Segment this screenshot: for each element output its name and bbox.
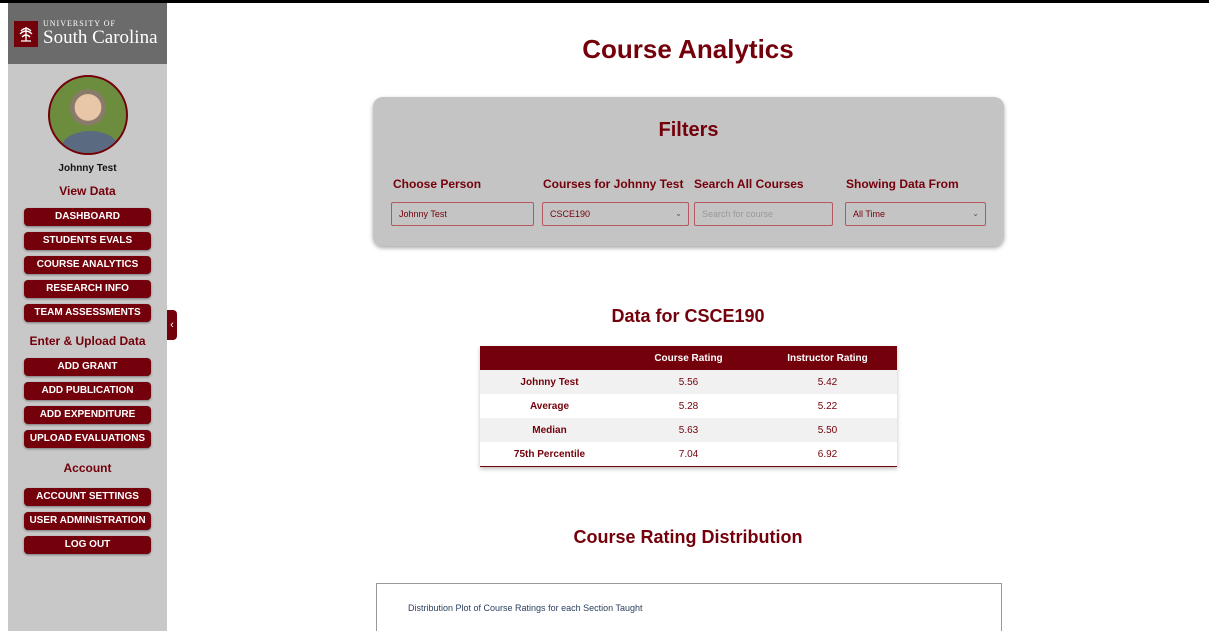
nav-add-grant-button[interactable]: ADD GRANT — [24, 358, 151, 376]
nav-course-analytics-button[interactable]: COURSE ANALYTICS — [24, 256, 151, 274]
row-label: Average — [529, 400, 570, 412]
choose-person-label: Choose Person — [393, 177, 482, 191]
courses-select[interactable]: CSCE190 ⌄ — [542, 202, 689, 226]
nav-add-publication-button[interactable]: ADD PUBLICATION — [24, 382, 151, 400]
table-header: Course Rating Instructor Rating — [480, 346, 897, 370]
table-cell: 5.50 — [817, 424, 838, 436]
period-select[interactable]: All Time ⌄ — [845, 202, 986, 226]
page-title: Course Analytics — [582, 34, 794, 64]
nav-students-evals-button[interactable]: STUDENTS EVALS — [24, 232, 151, 250]
period-label: Showing Data From — [846, 177, 959, 191]
header-cell: Course Rating — [654, 352, 723, 364]
search-courses-label: Search All Courses — [694, 177, 804, 191]
table-cell: 6.92 — [817, 448, 838, 460]
table-row: Average 5.28 5.22 — [480, 394, 897, 418]
row-label: Johnny Test — [520, 376, 579, 388]
courses-label: Courses for Johnny Test — [543, 177, 684, 191]
row-label: 75th Percentile — [513, 448, 586, 460]
table-cell: 5.42 — [817, 376, 838, 388]
row-label: Median — [532, 424, 567, 436]
table-cell: 5.28 — [678, 400, 699, 412]
header-cell: Instructor Rating — [787, 352, 868, 364]
chevron-down-icon: ⌄ — [675, 209, 682, 218]
avatar — [47, 75, 128, 155]
distribution-title: Course Rating Distribution — [573, 527, 803, 547]
chevron-down-icon: ⌄ — [972, 209, 979, 218]
nav-team-assessments-button[interactable]: TEAM ASSESSMENTS — [24, 304, 151, 322]
table-cell: 5.22 — [817, 400, 838, 412]
table-row: 75th Percentile 7.04 6.92 — [480, 442, 897, 466]
distribution-plot[interactable]: Distribution Plot of Course Ratings for … — [376, 583, 1002, 631]
table-cell: 7.04 — [678, 448, 699, 460]
filters-panel: Filters Choose Person Johnny Test Course… — [373, 97, 1004, 246]
user-name: Johnny Test — [58, 163, 117, 174]
nav-research-info-button[interactable]: RESEARCH INFO — [24, 280, 151, 298]
account-title: Account — [63, 461, 112, 475]
data-section-title: Data for CSCE190 — [611, 306, 765, 326]
nav-log-out-button[interactable]: LOG OUT — [24, 536, 151, 554]
nav-account-settings-button[interactable]: ACCOUNT SETTINGS — [24, 488, 151, 506]
university-logo[interactable]: UNIVERSITY OF South Carolina — [8, 3, 167, 64]
sidebar: UNIVERSITY OF South Carolina Johnny Test… — [8, 3, 177, 631]
palmetto-icon — [14, 20, 38, 47]
filters-title: Filters — [658, 119, 719, 141]
table-cell: 5.63 — [678, 424, 699, 436]
nav-add-expenditure-button[interactable]: ADD EXPENDITURE — [24, 406, 151, 424]
table-cell: 5.56 — [678, 376, 699, 388]
ratings-table: Course Rating Instructor Rating Johnny T… — [480, 346, 897, 467]
search-courses-input[interactable]: Search for course — [694, 202, 833, 226]
plot-caption: Distribution Plot of Course Ratings for … — [408, 603, 643, 613]
table-row: Median 5.63 5.50 — [480, 418, 897, 442]
table-row: Johnny Test 5.56 5.42 — [480, 370, 897, 394]
nav-upload-evaluations-button[interactable]: UPLOAD EVALUATIONS — [24, 430, 151, 448]
logo-big-text: South Carolina — [43, 27, 158, 48]
top-border — [0, 0, 1209, 3]
nav-dashboard-button[interactable]: DASHBOARD — [24, 208, 151, 226]
nav-user-administration-button[interactable]: USER ADMINISTRATION — [24, 512, 151, 530]
view-data-title: View Data — [59, 184, 116, 198]
enter-data-title: Enter & Upload Data — [29, 334, 146, 348]
choose-person-input[interactable]: Johnny Test — [391, 202, 534, 226]
